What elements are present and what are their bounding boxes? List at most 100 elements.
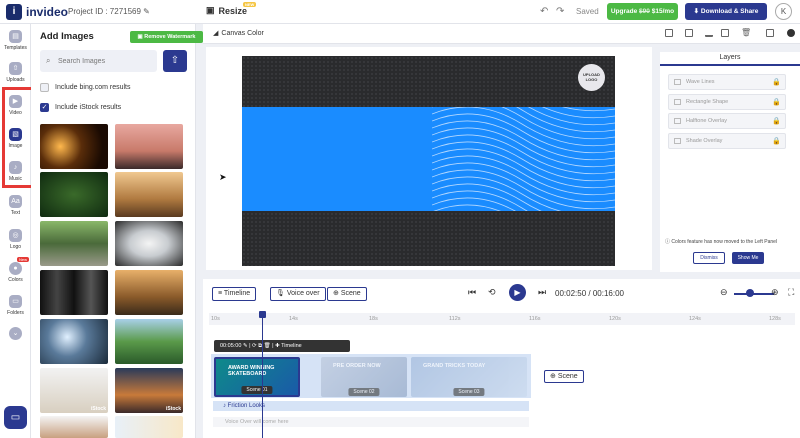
canvas[interactable]: UPLOAD LOGO — [242, 56, 615, 266]
tick-label: 112s — [449, 316, 461, 322]
image-thumbnail-dandelion[interactable] — [115, 221, 183, 266]
wave-line — [432, 190, 528, 211]
layer-item[interactable]: Rectangle Shape 🔒 — [668, 94, 786, 110]
image-thumbnail-portrait[interactable] — [40, 416, 108, 438]
layer-thumbnail-icon — [674, 99, 681, 105]
tick-label: 10s — [211, 316, 220, 322]
trash-icon[interactable]: 🗑 — [741, 28, 751, 37]
image-thumbnail-traffic[interactable]: iStock — [115, 368, 183, 413]
image-thumbnail-fern[interactable] — [40, 172, 108, 217]
add-scene-button[interactable]: ⊕ Scene — [544, 370, 584, 383]
nav-more[interactable]: ⌄ — [0, 327, 31, 342]
download-icon: ⬇ — [693, 8, 700, 15]
zoom-in-icon[interactable]: ⊕ — [771, 287, 779, 298]
mouse-cursor-icon: ➤ — [219, 172, 227, 182]
download-share-button[interactable]: ⬇ Download & Share — [685, 3, 767, 20]
layers-icon[interactable] — [685, 29, 693, 37]
logo-placeholder[interactable]: UPLOAD LOGO — [578, 64, 605, 91]
image-thumbnail-sea[interactable] — [40, 319, 108, 364]
layer-item[interactable]: Wave Lines 🔒 — [668, 74, 786, 90]
search-icon: ⌕ — [46, 56, 51, 65]
grid-icon[interactable] — [766, 29, 774, 37]
upload-image-button[interactable]: ⇧ — [163, 50, 187, 72]
nav-item-colors[interactable]: ● New Colors — [0, 257, 31, 283]
image-thumbnail-family[interactable]: iStock — [40, 368, 108, 413]
colors-notice: ⓘ Colors feature has now moved to the Le… — [665, 239, 778, 245]
nav-item-logo[interactable]: ◎ Logo — [0, 229, 31, 250]
show-me-button[interactable]: Show Me — [732, 252, 764, 264]
playhead[interactable] — [262, 313, 263, 438]
app-logo[interactable]: i invideo — [6, 4, 68, 20]
skip-back-icon[interactable]: ⏮ — [468, 287, 476, 298]
folder-icon: ▭ — [9, 295, 22, 308]
play-button[interactable]: ▶ — [509, 284, 526, 301]
undo-icon[interactable]: ↶ — [540, 6, 548, 17]
scene-button[interactable]: ⊕ Scene — [327, 287, 367, 301]
voiceover-button[interactable]: 🎙 Voice over — [270, 287, 326, 301]
duplicate-icon[interactable] — [721, 29, 729, 37]
wave-line — [432, 120, 615, 161]
upgrade-button[interactable]: Upgrade $90 $15/mo — [607, 3, 678, 20]
chat-icon[interactable]: ▭ — [4, 406, 27, 429]
time-ruler[interactable]: 10s 14s 18s 112s 116s 120s 124s 128s — [209, 313, 795, 325]
layer-thumbnail-icon — [674, 138, 681, 144]
image-thumbnail-tree-sunset[interactable] — [115, 124, 183, 169]
image-thumbnail-valley[interactable] — [115, 319, 183, 364]
image-thumbnail-candles[interactable] — [40, 124, 108, 169]
panel-title: Add Images — [40, 31, 94, 42]
fit-icon[interactable]: ⛶ — [788, 287, 794, 298]
project-id: Project ID : 7271569 ✎ — [68, 7, 150, 16]
redo-icon[interactable]: ↷ — [556, 6, 564, 17]
rectangle-shape[interactable] — [242, 107, 615, 211]
voiceover-track[interactable]: Voice Over will come here — [213, 417, 529, 427]
preview-play-icon[interactable] — [787, 29, 795, 37]
avatar[interactable]: K — [775, 3, 792, 20]
resize-button[interactable]: ▣ Resize NEW — [206, 2, 257, 16]
canvas-toolbar: ◢ Canvas Color 🗑 — [203, 24, 800, 44]
image-thumbnail-road[interactable] — [40, 221, 108, 266]
scene-clip[interactable]: PRE ORDER NOW Scene 02 — [321, 357, 407, 397]
layer-item[interactable]: Shade Overlay 🔒 — [668, 133, 786, 149]
remove-watermark-button[interactable]: ▣ Remove Watermark — [130, 31, 203, 43]
clip-toolbar[interactable]: 00:05:00 ✎ | ⟳ ⧉ 🗑 | ✚ Timeline — [214, 340, 350, 352]
image-thumbnail-barn[interactable] — [115, 172, 183, 217]
logo-icon: ◎ — [9, 229, 22, 242]
include-istock-checkbox[interactable]: ✓ Include iStock results — [40, 103, 121, 112]
loop-icon[interactable]: ⟲ — [488, 287, 496, 298]
istock-label: iStock — [90, 406, 106, 412]
nav-item-folders[interactable]: ▭ Folders — [0, 295, 31, 316]
top-bar: i invideo Project ID : 7271569 ✎ ▣ Resiz… — [0, 0, 800, 24]
tab-layers[interactable]: Layers — [660, 52, 800, 66]
timeline-button[interactable]: ≡ Timeline — [212, 287, 257, 301]
nav-item-templates[interactable]: ▤ Templates — [0, 30, 31, 51]
audio-track[interactable]: ♪ Friction Looks — [213, 401, 529, 411]
image-thumbnail-forest[interactable] — [40, 270, 108, 315]
skip-forward-icon[interactable]: ⏭ — [538, 287, 546, 298]
layer-item[interactable]: Halftone Overlay 🔒 — [668, 113, 786, 129]
nav-item-uploads[interactable]: ⇧ Uploads — [0, 62, 31, 83]
wave-line — [433, 204, 501, 211]
fill-icon: ◢ — [213, 30, 219, 37]
zoom-out-icon[interactable]: ⊖ — [720, 287, 728, 298]
image-thumbnail-misc[interactable] — [115, 416, 183, 438]
tick-label: 124s — [689, 316, 701, 322]
zoom-slider-handle[interactable] — [746, 289, 754, 297]
search-input[interactable] — [40, 50, 157, 72]
invideo-logo-icon: i — [6, 4, 22, 20]
copy-icon[interactable] — [665, 29, 673, 37]
tick-label: 18s — [369, 316, 378, 322]
wave-lines[interactable] — [432, 107, 615, 211]
canvas-color-button[interactable]: ◢ Canvas Color — [213, 29, 264, 38]
scene-clip[interactable]: AWARD WINNING SKATEBOARD Scene 01 — [214, 357, 300, 397]
lock-icon: 🔒 — [772, 79, 781, 86]
include-bing-checkbox[interactable]: Include bing.com results — [40, 83, 130, 92]
scene-clip[interactable]: GRAND TRICKS TODAY Scene 03 — [411, 357, 527, 397]
zoom-slider[interactable] — [734, 293, 774, 295]
image-thumbnail-ruins[interactable] — [115, 270, 183, 315]
dismiss-button[interactable]: Dismiss — [693, 252, 725, 264]
edit-icon[interactable]: ✎ — [143, 7, 150, 16]
playhead-handle[interactable] — [259, 311, 266, 318]
align-icon[interactable] — [705, 29, 713, 37]
plus-icon: ⊕ — [333, 290, 339, 297]
nav-item-text[interactable]: Aa Text — [0, 195, 31, 216]
